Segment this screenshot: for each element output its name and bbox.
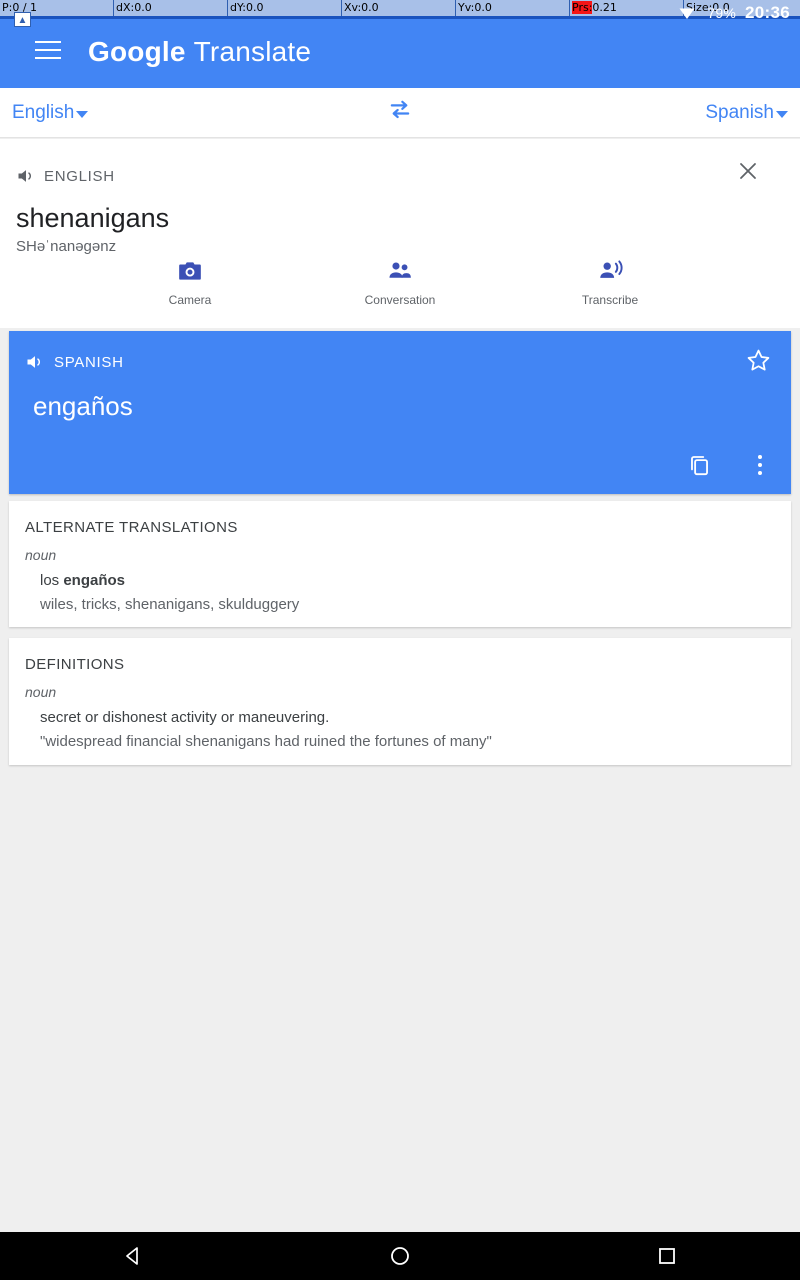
definitions-card: DEFINITIONS noun secret or dishonest act… (9, 638, 791, 765)
camera-action[interactable]: Camera (130, 258, 250, 328)
transcribe-icon (600, 260, 623, 278)
transcribe-label: Transcribe (581, 293, 639, 307)
definition-example: "widespread financial shenanigans had ru… (40, 733, 492, 750)
definitions-title: DEFINITIONS (25, 656, 125, 673)
alternate-translations-card: ALTERNATE TRANSLATIONS noun los engaños … (9, 501, 791, 627)
swap-languages-icon (390, 100, 410, 119)
hamburger-menu-icon[interactable] (24, 26, 72, 74)
recents-square-icon[interactable] (632, 1232, 702, 1280)
android-nav-bar (0, 1232, 800, 1280)
camera-label: Camera (168, 293, 212, 307)
source-text[interactable]: shenanigans (0, 191, 800, 234)
alternate-entry[interactable]: los engaños (9, 563, 791, 589)
definition-pos: noun (25, 684, 57, 700)
debug-cell-xv: Xv:0.0 (342, 0, 456, 16)
speaker-icon[interactable] (16, 166, 36, 186)
more-vert-icon[interactable] (741, 446, 779, 484)
wifi-icon (679, 8, 695, 19)
alternate-article: los (40, 572, 64, 589)
definition-text: secret or dishonest activity or maneuver… (40, 709, 330, 726)
alternate-translations-title: ALTERNATE TRANSLATIONS (25, 519, 238, 536)
battery-percent: 79% (707, 5, 737, 21)
translation-tools (681, 446, 779, 484)
source-language-selector[interactable]: English (12, 101, 89, 124)
language-bar: English Spanish (0, 88, 800, 138)
speaker-icon[interactable] (25, 352, 45, 372)
app-screen: P:0 / 1 dX:0.0 dY:0.0 Xv:0.0 Yv:0.0 Prs:… (0, 0, 800, 1280)
conversation-label: Conversation (364, 293, 436, 307)
debug-cell-dx: dX:0.0 (114, 0, 228, 16)
pointer-marker-icon: ▲ (14, 12, 31, 27)
source-header: ENGLISH (0, 139, 800, 191)
source-language-label: English (12, 101, 75, 123)
translation-card: SPANISH engaños (9, 331, 791, 494)
debug-cell-dy: dY:0.0 (228, 0, 342, 16)
source-language-tag: ENGLISH (44, 167, 115, 185)
home-circle-icon[interactable] (365, 1232, 435, 1280)
clock: 20:36 (745, 3, 790, 22)
close-icon[interactable] (728, 151, 768, 191)
alternate-pos: noun (25, 547, 57, 563)
transcribe-action[interactable]: Transcribe (550, 258, 670, 328)
back-triangle-icon[interactable] (98, 1232, 168, 1280)
translated-text[interactable]: engaños (9, 377, 791, 422)
conversation-icon (389, 262, 411, 278)
swap-languages-button[interactable] (386, 96, 414, 129)
target-language-tag: SPANISH (54, 353, 124, 371)
brand-translate: Translate (193, 36, 312, 67)
conversation-action[interactable]: Conversation (340, 258, 460, 328)
source-phonetic: SHəˈnanəgənz (16, 238, 117, 256)
target-language-label: Spanish (705, 101, 774, 123)
chevron-down-icon (76, 111, 89, 118)
alternate-word: engaños (63, 572, 126, 589)
star-outline-icon[interactable] (741, 343, 775, 377)
chevron-down-icon (776, 111, 788, 118)
action-row: Camera Conversation Transcribe (0, 258, 800, 328)
translation-header: SPANISH (9, 331, 791, 377)
copy-icon[interactable] (681, 446, 719, 484)
debug-cell-yv: Yv:0.0 (456, 0, 570, 16)
alternate-synonyms: wiles, tricks, shenanigans, skulduggery (40, 596, 300, 613)
app-title: Google Translate (88, 36, 311, 74)
debug-cell-pressure: Prs:0.21 (570, 0, 684, 16)
brand-google: Google (88, 36, 186, 67)
camera-icon (179, 262, 201, 280)
target-language-selector[interactable]: Spanish (705, 102, 788, 124)
status-bar: 79% 20:36 (676, 0, 790, 26)
